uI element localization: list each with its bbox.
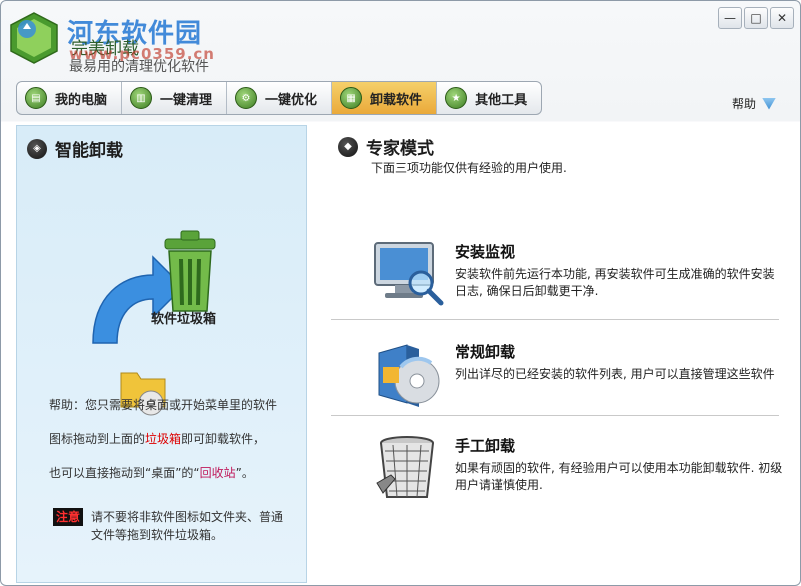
main-window: 河东软件园 完美卸载 www.pc0359.cn 最易用的清理优化软件 — □ … bbox=[0, 0, 801, 586]
recycle-bin-highlight: 回收站 bbox=[199, 466, 236, 480]
help-link[interactable]: 帮助 bbox=[732, 95, 776, 112]
trash-icon: ▥ bbox=[130, 87, 153, 109]
tab-other-tools[interactable]: ★ 其他工具 bbox=[437, 82, 541, 114]
software-box-icon bbox=[378, 344, 440, 407]
trash-label: 软件垃圾箱 bbox=[151, 312, 217, 327]
install-monitor-title: 安装监视 bbox=[455, 243, 516, 261]
expert-mode-header: ◆ 专家模式 bbox=[338, 134, 434, 159]
help-text: 图标拖动到上面的 bbox=[49, 432, 146, 446]
note-badge: 注意 bbox=[53, 508, 84, 526]
maximize-button[interactable]: □ bbox=[744, 7, 768, 29]
item-body: 常规卸载 列出详尽的已经安装的软件列表, 用户可以直接管理这些软件 bbox=[455, 337, 785, 413]
tab-label: 其他工具 bbox=[475, 92, 528, 108]
smart-uninstall-help: 帮助：您只需要将桌面或开始菜单里的软件 图标拖动到上面的垃圾箱即可卸载软件， 也… bbox=[49, 388, 299, 490]
tab-label: 一键清理 bbox=[160, 92, 213, 108]
manual-uninstall-desc: 如果有顽固的软件, 有经验用户可以使用本功能卸载软件. 初级用户请谨慎使用. bbox=[455, 461, 783, 492]
manual-uninstall-item[interactable]: 手工卸载 如果有顽固的软件, 有经验用户可以使用本功能卸载软件. 初级用户请谨慎… bbox=[371, 431, 791, 507]
tab-one-click-optimize[interactable]: ⚙ 一键优化 bbox=[227, 82, 333, 114]
cart-icon: ◈ bbox=[27, 138, 47, 159]
monitor-magnifier-icon bbox=[374, 242, 444, 306]
expert-mode-desc: 下面三项功能仅供有经验的用户使用. bbox=[371, 161, 567, 175]
install-monitor-item[interactable]: 安装监视 安装软件前先运行本功能, 再安装软件可生成准确的软件安装日志, 确保日… bbox=[371, 237, 791, 313]
window-controls: — □ ✕ bbox=[716, 7, 794, 29]
app-subtitle: 最易用的清理优化软件 bbox=[69, 59, 209, 75]
regular-uninstall-item[interactable]: 常规卸载 列出详尽的已经安装的软件列表, 用户可以直接管理这些软件 bbox=[371, 337, 791, 413]
expert-mode-title: 专家模式 bbox=[366, 139, 434, 159]
manual-uninstall-title: 手工卸载 bbox=[455, 437, 516, 455]
help-label: 帮助 bbox=[731, 97, 756, 111]
note-text: 请不要将非软件图标如文件夹、普通文件等拖到软件垃圾箱。 bbox=[91, 510, 284, 542]
uninstall-icon: ▦ bbox=[340, 87, 363, 109]
warning-note: 注意 请不要将非软件图标如文件夹、普通文件等拖到软件垃圾箱。 bbox=[53, 508, 291, 544]
trash-highlight: 垃圾箱 bbox=[145, 432, 182, 446]
help-line: 图标拖动到上面的垃圾箱即可卸载软件， bbox=[49, 422, 299, 456]
install-monitor-desc: 安装软件前先运行本功能, 再安装软件可生成准确的软件安装日志, 确保日后卸载更干… bbox=[455, 267, 775, 298]
item-body: 安装监视 安装软件前先运行本功能, 再安装软件可生成准确的软件安装日志, 确保日… bbox=[455, 237, 785, 313]
item-body: 手工卸载 如果有顽固的软件, 有经验用户可以使用本功能卸载软件. 初级用户请谨慎… bbox=[455, 431, 785, 507]
tab-label: 卸载软件 bbox=[370, 92, 423, 108]
help-line: 帮助：您只需要将桌面或开始菜单里的软件 bbox=[49, 398, 278, 412]
tab-uninstall[interactable]: ▦ 卸载软件 bbox=[332, 82, 438, 114]
smart-uninstall-panel: ◈ 智能卸载 软件垃圾箱 帮助：您只需要将桌面或开始菜单里的软件 图标拖动到上面… bbox=[16, 125, 307, 583]
help-line: 也可以直接拖动到“桌面”的“回收站”。 bbox=[49, 456, 299, 490]
regular-uninstall-desc: 列出详尽的已经安装的软件列表, 用户可以直接管理这些软件 bbox=[455, 367, 775, 381]
close-button[interactable]: ✕ bbox=[770, 7, 794, 29]
app-logo-icon bbox=[10, 12, 58, 64]
smart-uninstall-title: 智能卸载 bbox=[55, 141, 123, 161]
regular-uninstall-title: 常规卸载 bbox=[455, 343, 516, 361]
optimize-icon: ⚙ bbox=[235, 87, 258, 109]
chevron-down-icon bbox=[762, 97, 776, 110]
expert-icon: ◆ bbox=[338, 136, 358, 157]
minimize-button[interactable]: — bbox=[718, 7, 742, 29]
smart-uninstall-header: ◈ 智能卸载 bbox=[27, 136, 123, 161]
help-text: ”。 bbox=[235, 466, 254, 480]
divider bbox=[331, 319, 779, 320]
main-toolbar: ▤ 我的电脑 ▥ 一键清理 ⚙ 一键优化 ▦ 卸载软件 ★ 其他工具 bbox=[16, 81, 543, 115]
wastebasket-wrench-icon bbox=[376, 436, 434, 498]
tab-my-computer[interactable]: ▤ 我的电脑 bbox=[17, 82, 123, 114]
help-text: 也可以直接拖动到“桌面”的“ bbox=[49, 466, 200, 480]
tab-label: 一键优化 bbox=[265, 92, 318, 108]
computer-icon: ▤ bbox=[25, 87, 47, 109]
tab-label: 我的电脑 bbox=[55, 92, 108, 108]
help-text: 即可卸载软件， bbox=[181, 432, 266, 446]
tools-icon: ★ bbox=[445, 87, 468, 109]
divider bbox=[331, 415, 779, 416]
tab-one-click-clean[interactable]: ▥ 一键清理 bbox=[122, 82, 228, 114]
